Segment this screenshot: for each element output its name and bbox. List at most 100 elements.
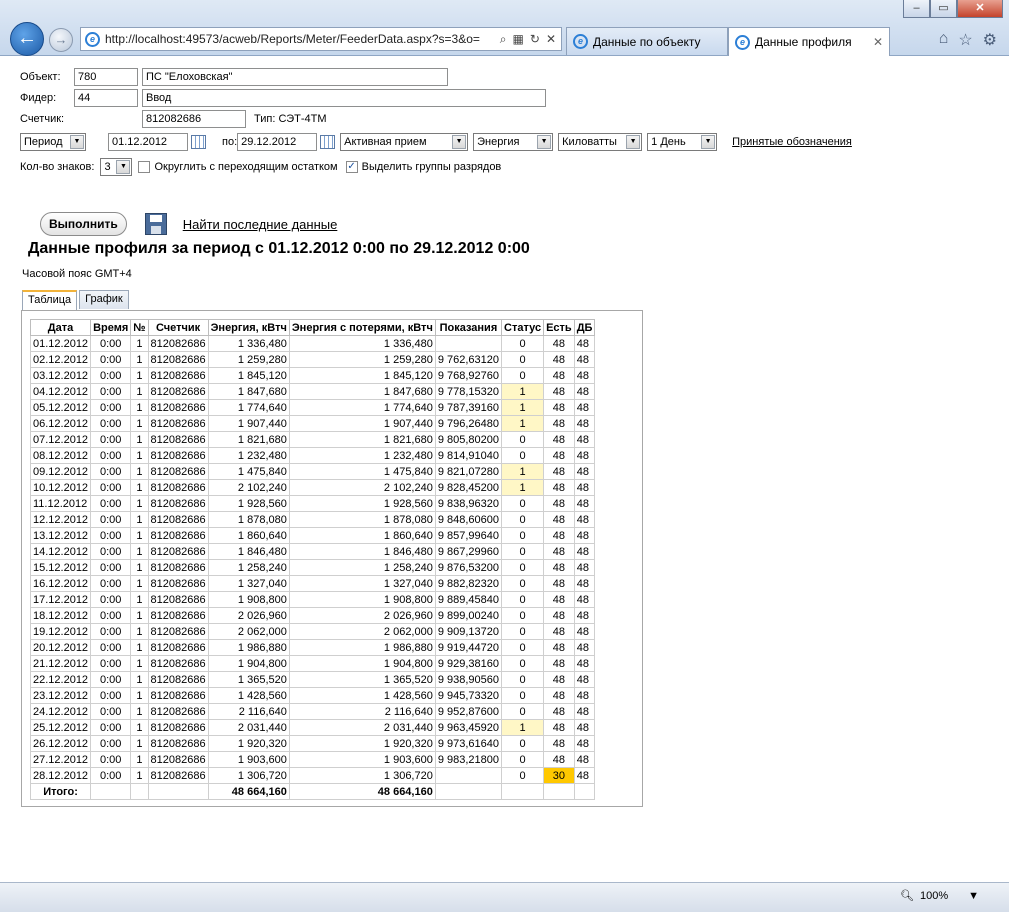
- minimize-icon[interactable]: –: [903, 0, 930, 18]
- cell-energy: 1 907,440: [207, 415, 290, 432]
- column-header-db[interactable]: ДБ: [573, 319, 596, 336]
- compat-view-icon[interactable]: ▦: [513, 32, 524, 47]
- total-row: Итого: 48 664,160 48 664,160: [29, 783, 596, 800]
- date-from-field[interactable]: 01.12.2012: [108, 133, 188, 151]
- gear-icon[interactable]: ⚙: [983, 30, 997, 50]
- cell-meter: 812082686: [147, 447, 209, 464]
- cell-num: 1: [130, 671, 149, 688]
- column-header-status[interactable]: Статус: [501, 319, 545, 336]
- cell-energy-losses: 1 920,320: [288, 735, 436, 752]
- cell-meter: 812082686: [147, 655, 209, 672]
- address-url[interactable]: http://localhost:49573/acweb/Reports/Met…: [105, 32, 500, 46]
- cell-readings: 9 983,21800: [434, 751, 503, 768]
- address-bar[interactable]: e http://localhost:49573/acweb/Reports/M…: [80, 27, 562, 51]
- cell-date: 18.12.2012: [29, 607, 92, 624]
- object-name-field[interactable]: ПС "Елоховская": [142, 68, 448, 86]
- cell-present: 48: [543, 751, 575, 768]
- column-header-readings[interactable]: Показания: [434, 319, 503, 336]
- status-bar: 🔍︎ 100% ▼: [0, 882, 1009, 912]
- column-header-energy[interactable]: Энергия, кВтч: [207, 319, 290, 336]
- cell-energy: 1 860,640: [207, 527, 290, 544]
- cell-num: 1: [130, 543, 149, 560]
- cell-energy: 1 306,720: [207, 767, 290, 784]
- digits-select[interactable]: 3 ▼: [100, 158, 133, 176]
- round-checkbox[interactable]: [138, 161, 151, 173]
- cell-time: 0:00: [90, 367, 132, 384]
- find-latest-link[interactable]: Найти последние данные: [183, 217, 338, 232]
- cell-meter: 812082686: [147, 751, 209, 768]
- date-to-field[interactable]: 29.12.2012: [237, 133, 318, 151]
- cell-num: 1: [130, 447, 149, 464]
- cell-readings: 9 973,61640: [434, 735, 503, 752]
- meter-number-field[interactable]: 812082686: [142, 110, 246, 128]
- cell-db: 48: [573, 751, 596, 768]
- column-header-date[interactable]: Дата: [29, 319, 92, 336]
- cell-status: 0: [501, 687, 545, 704]
- stop-icon[interactable]: ✕: [546, 32, 556, 47]
- column-header-num[interactable]: №: [130, 319, 149, 336]
- legend-link[interactable]: Принятые обозначения: [732, 136, 852, 148]
- cell-present: 48: [543, 431, 575, 448]
- column-header-meter[interactable]: Счетчик: [147, 319, 209, 336]
- save-icon[interactable]: [144, 213, 167, 235]
- report-title: Данные профиля за период с 01.12.2012 0:…: [28, 240, 530, 257]
- cell-energy-losses: 1 928,560: [288, 495, 436, 512]
- table-row: 14.12.2012 0:00 1 812082686 1 846,480 1 846,4…: [29, 543, 596, 560]
- zoom-control[interactable]: 🔍︎ 100% ▼: [900, 889, 979, 903]
- feeder-name-field[interactable]: Ввод: [142, 89, 546, 107]
- cell-status: 0: [501, 495, 545, 512]
- calendar-icon[interactable]: [191, 135, 206, 149]
- run-button[interactable]: Выполнить: [40, 212, 127, 236]
- close-tab-icon[interactable]: ✕: [873, 35, 883, 49]
- cell-db: 48: [573, 415, 596, 432]
- cell-energy-losses: 2 026,960: [288, 607, 436, 624]
- table-header-row: Дата Время № Счетчик Энергия, кВтч Энергия с …: [29, 319, 596, 336]
- unit-select[interactable]: Киловатты ▼: [558, 133, 643, 151]
- feeder-code-field[interactable]: 44: [74, 89, 138, 107]
- close-window-icon[interactable]: ✕: [957, 0, 1003, 18]
- tab-chart[interactable]: График: [79, 290, 129, 309]
- tab-object-data[interactable]: e Данные по объекту: [566, 27, 728, 55]
- cell-present: 48: [543, 687, 575, 704]
- period-select[interactable]: Период ▼: [20, 133, 86, 151]
- quantity-select[interactable]: Энергия ▼: [473, 133, 554, 151]
- column-header-time[interactable]: Время: [90, 319, 132, 336]
- home-icon[interactable]: ⌂: [939, 30, 949, 50]
- refresh-icon[interactable]: ↻: [530, 32, 540, 47]
- cell-present: 48: [543, 527, 575, 544]
- table-row: 12.12.2012 0:00 1 812082686 1 878,080 1 878,0…: [29, 511, 596, 528]
- cell-status: 0: [501, 431, 545, 448]
- back-button[interactable]: ←: [10, 22, 44, 56]
- cell-present: 48: [543, 607, 575, 624]
- cell-status: 1: [501, 399, 545, 416]
- cell-energy-losses: 1 907,440: [288, 415, 436, 432]
- cell-date: 19.12.2012: [29, 623, 92, 640]
- cell-status: 1: [501, 479, 545, 496]
- cell-readings: 9 778,15320: [434, 383, 503, 400]
- column-header-energy-losses[interactable]: Энергия с потерями, кВтч: [288, 319, 436, 336]
- object-code-field[interactable]: 780: [74, 68, 138, 86]
- maximize-icon[interactable]: ▭: [930, 0, 957, 18]
- energy-type-select[interactable]: Активная прием ▼: [340, 133, 469, 151]
- favorites-star-icon[interactable]: ☆: [958, 30, 972, 50]
- cell-present: 48: [543, 351, 575, 368]
- table-row: 01.12.2012 0:00 1 812082686 1 336,480 1 336,4…: [29, 335, 596, 352]
- search-icon[interactable]: ⌕: [500, 32, 507, 47]
- calendar-icon[interactable]: [320, 135, 336, 149]
- cell-meter: 812082686: [147, 367, 209, 384]
- cell-readings: 9 848,60600: [434, 511, 503, 528]
- tab-table[interactable]: Таблица: [22, 290, 78, 310]
- cell-present: 48: [543, 399, 575, 416]
- round-label: Округлить с переходящим остатком: [154, 161, 338, 173]
- total-energy: 48 664,160: [207, 783, 290, 800]
- group-digits-checkbox[interactable]: ✓: [345, 161, 358, 173]
- interval-select[interactable]: 1 День ▼: [647, 133, 718, 151]
- tab-profile-data[interactable]: e Данные профиля ✕: [728, 27, 890, 56]
- forward-button[interactable]: →: [49, 28, 73, 52]
- cell-energy-losses: 2 116,640: [288, 703, 436, 720]
- cell-num: 1: [130, 655, 149, 672]
- cell-date: 13.12.2012: [29, 527, 92, 544]
- cell-meter: 812082686: [147, 383, 209, 400]
- column-header-present[interactable]: Есть: [543, 319, 575, 336]
- cell-energy-losses: 1 904,800: [288, 655, 436, 672]
